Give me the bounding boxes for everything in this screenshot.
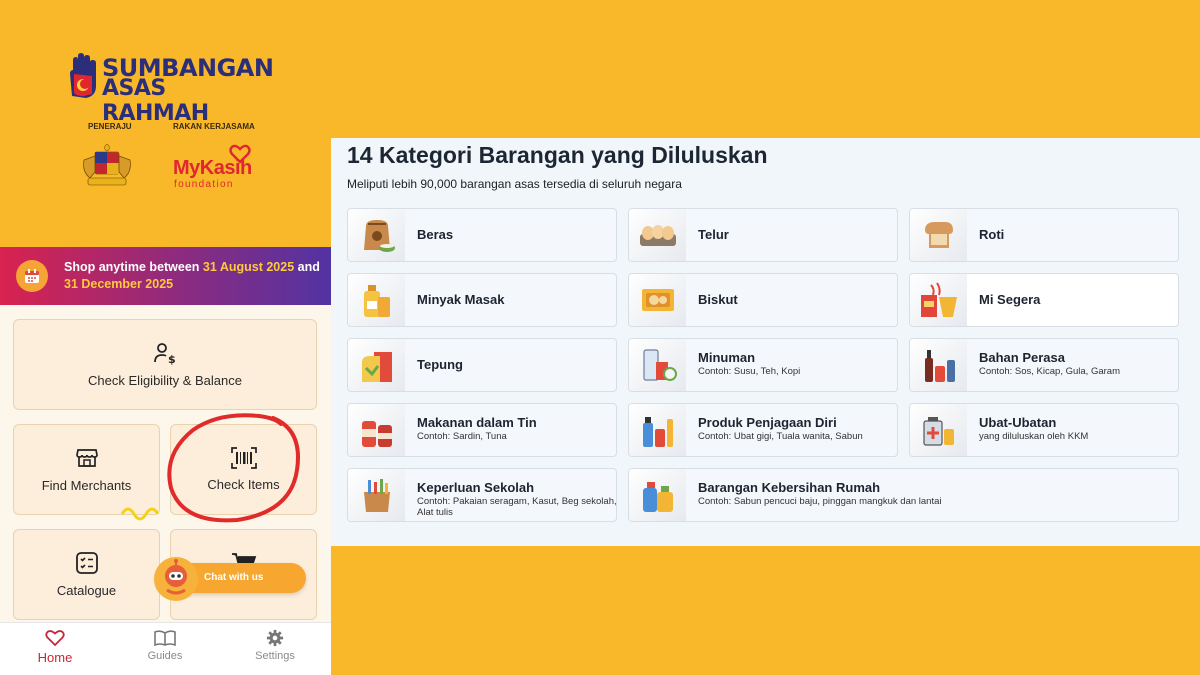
cooking-oil-icon	[348, 274, 405, 326]
find-merchants-tile[interactable]: Find Merchants	[13, 424, 160, 515]
check-eligibility-label: Check Eligibility & Balance	[88, 373, 242, 388]
category-card-tepung: Tepung	[347, 338, 617, 392]
heart-outline-icon	[45, 630, 65, 647]
category-card-barangan-kebersihan-rumah: Barangan Kebersihan Rumah Contoh: Sabun …	[628, 468, 1179, 522]
calendar-icon	[16, 260, 48, 292]
category-name: Biskut	[698, 292, 738, 307]
category-name: Telur	[698, 227, 729, 242]
collaboration-partner-label: RAKAN KERJASAMA	[173, 122, 255, 131]
category-card-makanan-dalam-tin: Makanan dalam Tin Contoh: Sardin, Tuna	[347, 403, 617, 457]
catalogue-tile[interactable]: Catalogue	[13, 529, 160, 620]
lead-partner-label: PENERAJU	[88, 122, 132, 131]
category-name: Minyak Masak	[417, 292, 505, 307]
medicine-icon	[910, 404, 967, 456]
government-crest-icon	[83, 143, 131, 186]
category-card-bahan-perasa: Bahan Perasa Contoh: Sos, Kicap, Gula, G…	[909, 338, 1179, 392]
checklist-icon	[75, 552, 98, 574]
nav-home-label: Home	[37, 650, 73, 665]
banner-prefix: Shop anytime between	[64, 260, 203, 274]
bottom-navigation: Home Guides Settings	[0, 622, 331, 675]
approved-categories-panel: 14 Kategori Barangan yang Diluluskan Mel…	[331, 138, 1200, 546]
bread-icon	[910, 209, 967, 261]
category-card-mi-segera: Mi Segera	[909, 273, 1179, 327]
category-description: Contoh: Susu, Teh, Kopi	[698, 366, 801, 377]
nav-guides-label: Guides	[147, 650, 183, 662]
mykasih-logo: MyKasih foundation	[172, 142, 262, 192]
canned-food-icon	[348, 404, 405, 456]
nav-home[interactable]: Home	[10, 629, 100, 665]
category-name: Keperluan Sekolah	[417, 480, 535, 495]
banner-mid: and	[294, 260, 320, 274]
category-name: Ubat-Ubatan	[979, 415, 1057, 430]
personal-care-icon	[629, 404, 686, 456]
mobile-app-screen: SUMBANGAN ASAS RAHMAH PENERAJU RAKAN KER…	[0, 0, 331, 675]
sara-logo: SUMBANGAN ASAS RAHMAH	[66, 52, 274, 126]
check-items-tile[interactable]: Check Items	[170, 424, 317, 515]
check-items-label: Check Items	[207, 477, 280, 492]
category-description: Contoh: Pakaian seragam, Kasut, Beg seko…	[417, 496, 617, 518]
category-name: Beras	[417, 227, 454, 242]
svg-text:$: $	[168, 353, 176, 365]
panel-subtitle: Meliputi lebih 90,000 barangan asas ters…	[347, 177, 682, 191]
condiments-icon	[910, 339, 967, 391]
nav-settings[interactable]: Settings	[230, 629, 320, 662]
logo-title-line2: ASAS RAHMAH	[102, 76, 209, 126]
eggs-icon	[629, 209, 686, 261]
mykasih-foundation: foundation	[174, 179, 234, 190]
category-description: Contoh: Ubat gigi, Tuala wanita, Sabun	[698, 431, 863, 442]
category-card-keperluan-sekolah: Keperluan Sekolah Contoh: Pakaian seraga…	[347, 468, 617, 522]
nav-guides[interactable]: Guides	[120, 629, 210, 662]
check-eligibility-tile[interactable]: $ Check Eligibility & Balance	[13, 319, 317, 410]
chat-bot-mascot-icon[interactable]	[153, 556, 199, 602]
nav-settings-label: Settings	[255, 650, 295, 662]
biscuit-icon	[629, 274, 686, 326]
banner-start-date: 31 August 2025	[202, 260, 295, 274]
banner-text: Shop anytime between 31 August 2025 and …	[64, 259, 331, 293]
mykasih-name: MyKasih	[173, 157, 252, 179]
cleaning-supplies-icon	[629, 469, 686, 521]
store-icon	[75, 449, 98, 467]
chat-label: Chat with us	[204, 572, 264, 583]
gear-icon	[266, 629, 284, 647]
catalogue-label: Catalogue	[56, 583, 117, 598]
category-card-beras: Beras	[347, 208, 617, 262]
category-name: Produk Penjagaan Diri	[698, 415, 837, 430]
hand-logo-icon	[70, 53, 96, 98]
category-card-produk-penjagaan-diri: Produk Penjagaan Diri Contoh: Ubat gigi,…	[628, 403, 898, 457]
find-merchants-label: Find Merchants	[41, 478, 132, 493]
category-card-minuman: Minuman Contoh: Susu, Teh, Kopi	[628, 338, 898, 392]
user-dollar-icon: $	[154, 343, 176, 365]
category-card-minyak-masak: Minyak Masak	[347, 273, 617, 327]
category-card-ubat-ubatan: Ubat-Ubatan yang diluluskan oleh KKM	[909, 403, 1179, 457]
panel-title: 14 Kategori Barangan yang Diluluskan	[347, 142, 768, 168]
banner-end-date: 31 December 2025	[64, 277, 174, 291]
barcode-scan-icon	[230, 447, 257, 469]
category-description: Contoh: Sos, Kicap, Gula, Garam	[979, 366, 1120, 377]
category-card-biskut: Biskut	[628, 273, 898, 327]
school-supplies-icon	[348, 469, 405, 521]
category-name: Makanan dalam Tin	[417, 415, 537, 430]
category-description: yang diluluskan oleh KKM	[979, 431, 1089, 442]
instant-noodle-icon	[910, 274, 967, 326]
category-name: Minuman	[698, 350, 756, 365]
drinks-icon	[629, 339, 686, 391]
category-description: Contoh: Sardin, Tuna	[417, 431, 507, 442]
category-name: Roti	[979, 227, 1005, 242]
category-name: Barangan Kebersihan Rumah	[698, 480, 881, 495]
flour-icon	[348, 339, 405, 391]
rice-sack-icon	[348, 209, 405, 261]
category-name: Tepung	[417, 357, 463, 372]
category-name: Mi Segera	[979, 292, 1041, 307]
shopping-period-banner: Shop anytime between 31 August 2025 and …	[0, 247, 331, 305]
category-card-roti: Roti	[909, 208, 1179, 262]
category-description: Contoh: Sabun pencuci baju, pinggan mang…	[698, 496, 942, 507]
category-card-telur: Telur	[628, 208, 898, 262]
book-icon	[154, 630, 176, 647]
category-name: Bahan Perasa	[979, 350, 1065, 365]
